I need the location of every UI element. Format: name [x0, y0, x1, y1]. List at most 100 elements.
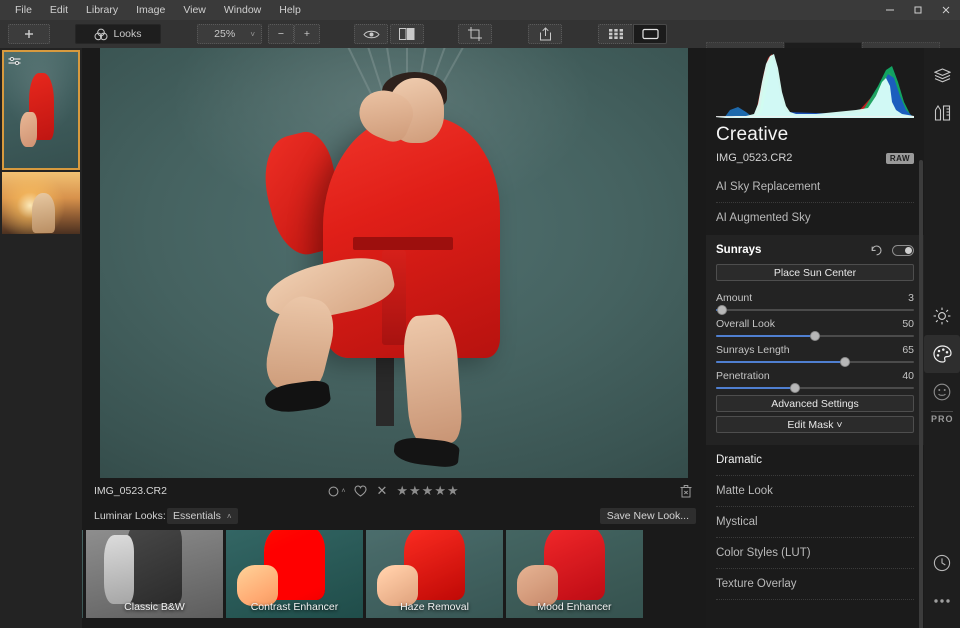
panel-scrollbar[interactable]: [919, 160, 923, 628]
eye-icon: [363, 29, 380, 40]
looks-bar-label: Luminar Looks:: [94, 510, 166, 522]
rail-item-more[interactable]: [924, 582, 960, 620]
slider-track[interactable]: [716, 387, 914, 389]
visibility-toggle-icon[interactable]: [892, 245, 914, 256]
slider-amount[interactable]: Amount 3: [716, 285, 914, 311]
zoom-out-button[interactable]: −: [268, 24, 294, 44]
slider-track[interactable]: [716, 309, 914, 311]
menu-item-library[interactable]: Library: [77, 1, 127, 20]
layers-icon: [934, 68, 951, 83]
look-card-0[interactable]: cer: [82, 530, 83, 618]
single-view-button[interactable]: [633, 24, 667, 44]
look-card-2[interactable]: Contrast Enhancer: [226, 530, 363, 618]
grid-view-button[interactable]: [598, 24, 632, 44]
filmstrip-item-0[interactable]: [2, 50, 80, 170]
crop-tool-button[interactable]: [458, 24, 492, 44]
zoom-level-dropdown[interactable]: 25% ˅: [197, 24, 262, 44]
delete-photo-button[interactable]: [680, 484, 692, 498]
looks-collection-dropdown[interactable]: Essentials ˄: [167, 508, 238, 524]
accordion-mystical[interactable]: Mystical: [716, 507, 914, 538]
looks-button-label: Looks: [113, 28, 141, 40]
menu-item-edit[interactable]: Edit: [41, 1, 77, 20]
panel-filename: IMG_0523.CR2: [716, 152, 792, 164]
maximize-button[interactable]: [904, 0, 932, 20]
menu-bar: File Edit Library Image View Window Help: [0, 1, 310, 20]
rgb-histogram: [716, 52, 914, 118]
color-label-picker[interactable]: ˄: [328, 486, 345, 497]
add-photos-button[interactable]: [8, 24, 50, 44]
adjustment-accordion-list: AI Sky Replacement AI Augmented Sky Sunr…: [706, 172, 924, 600]
close-button[interactable]: [932, 0, 960, 20]
compare-view-button[interactable]: [390, 24, 424, 44]
sunrays-header[interactable]: Sunrays: [706, 235, 924, 264]
share-export-button[interactable]: [528, 24, 562, 44]
look-card-label: Haze Removal: [366, 601, 503, 613]
minimize-button[interactable]: [876, 0, 904, 20]
slider-label: Overall Look: [716, 318, 775, 330]
look-card-1[interactable]: Classic B&W: [86, 530, 223, 618]
slider-value: 3: [908, 292, 914, 304]
slider-overall-look[interactable]: Overall Look 50: [716, 311, 914, 337]
star-rating[interactable]: ★★★★★: [396, 483, 459, 499]
slider-value: 40: [902, 370, 914, 382]
edit-mask-button[interactable]: Edit Mask ˅: [716, 416, 914, 433]
crop-icon: [468, 27, 482, 41]
canvas-area: IMG_0523.CR2 ˄ ✕ ★★★★★ Luminar Lo: [82, 48, 706, 628]
advanced-settings-button[interactable]: Advanced Settings: [716, 395, 914, 412]
accordion-dramatic[interactable]: Dramatic: [716, 445, 914, 476]
accordion-ai-augmented-sky[interactable]: AI Augmented Sky: [716, 203, 914, 233]
slider-track[interactable]: [716, 335, 914, 337]
color-label-circle-icon: [328, 486, 339, 497]
rail-item-history[interactable]: [924, 544, 960, 582]
slider-knob[interactable]: [810, 331, 820, 341]
filmstrip-item-1[interactable]: [2, 172, 80, 234]
accordion-sunrays-expanded: Sunrays Place Sun Center Amount 3: [706, 235, 924, 445]
portrait-icon: [933, 383, 951, 401]
zoom-in-button[interactable]: +: [294, 24, 320, 44]
sunrays-header-actions: [871, 245, 914, 256]
accordion-texture-overlay[interactable]: Texture Overlay: [716, 569, 914, 600]
favorite-heart-icon[interactable]: [354, 485, 367, 497]
window-controls: [876, 0, 960, 20]
chevron-up-icon: ˄: [341, 488, 345, 495]
slider-track[interactable]: [716, 361, 914, 363]
look-card-4[interactable]: Mood Enhancer: [506, 530, 643, 618]
save-new-look-button[interactable]: Save New Look...: [600, 508, 696, 524]
reset-icon[interactable]: [871, 245, 883, 256]
rail-item-portrait[interactable]: [924, 373, 960, 411]
chevron-down-icon: ˅: [250, 30, 255, 39]
slider-label: Sunrays Length: [716, 344, 790, 356]
accordion-color-styles-lut[interactable]: Color Styles (LUT): [716, 538, 914, 569]
rail-item-light-essentials[interactable]: [924, 297, 960, 335]
slider-knob[interactable]: [717, 305, 727, 315]
menu-item-image[interactable]: Image: [127, 1, 174, 20]
photo-main-image: [100, 48, 688, 478]
slider-label: Penetration: [716, 370, 770, 382]
slider-penetration[interactable]: Penetration 40: [716, 363, 914, 389]
filmstrip-panel: [0, 48, 82, 628]
creative-palette-icon: [933, 345, 952, 363]
photo-viewport[interactable]: [100, 48, 688, 478]
accordion-matte-look[interactable]: Matte Look: [716, 476, 914, 507]
menu-item-help[interactable]: Help: [270, 1, 310, 20]
slider-knob[interactable]: [840, 357, 850, 367]
preview-toggle-button[interactable]: [354, 24, 388, 44]
reject-button[interactable]: ✕: [376, 483, 387, 499]
grid-view-icon: [608, 28, 624, 40]
looks-thumbnail-strip[interactable]: cer Classic B&W Contrast Enhancer Haze R…: [82, 530, 706, 625]
panel-title: Creative: [716, 124, 914, 146]
looks-icon: [94, 28, 108, 41]
slider-value: 50: [902, 318, 914, 330]
menu-item-window[interactable]: Window: [215, 1, 270, 20]
rail-item-tools[interactable]: [924, 94, 960, 132]
rail-item-creative[interactable]: [924, 335, 960, 373]
place-sun-center-button[interactable]: Place Sun Center: [716, 264, 914, 281]
accordion-ai-sky-replacement[interactable]: AI Sky Replacement: [716, 172, 914, 203]
slider-label: Amount: [716, 292, 752, 304]
look-card-3[interactable]: Haze Removal: [366, 530, 503, 618]
menu-item-file[interactable]: File: [6, 1, 41, 20]
looks-panel-button[interactable]: Looks: [75, 24, 161, 44]
sunrays-title: Sunrays: [716, 244, 761, 256]
menu-item-view[interactable]: View: [174, 1, 215, 20]
rail-item-layers[interactable]: [924, 56, 960, 94]
